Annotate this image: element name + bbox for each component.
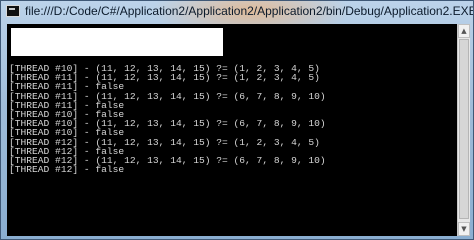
title-bar[interactable]: file:///D:/Code/C#/Application2/Applicat…	[1, 1, 474, 23]
scroll-up-arrow-icon[interactable]: ▲	[458, 24, 470, 38]
console-app-icon[interactable]	[6, 5, 20, 17]
scroll-down-arrow-icon[interactable]: ▼	[458, 222, 470, 236]
console-line: [THREAD #12] - false	[9, 164, 125, 176]
vertical-scrollbar[interactable]: ▲ ▼	[457, 24, 470, 236]
console-area[interactable]: [THREAD #10] - (11, 12, 13, 14, 15) ?= (…	[7, 24, 457, 236]
console-output: [THREAD #10] - (11, 12, 13, 14, 15) ?= (…	[9, 64, 326, 176]
console-input-box[interactable]	[11, 28, 223, 56]
window-title: file:///D:/Code/C#/Application2/Applicat…	[25, 4, 474, 18]
scroll-thumb[interactable]	[459, 39, 469, 219]
console-window: file:///D:/Code/C#/Application2/Applicat…	[0, 0, 474, 240]
